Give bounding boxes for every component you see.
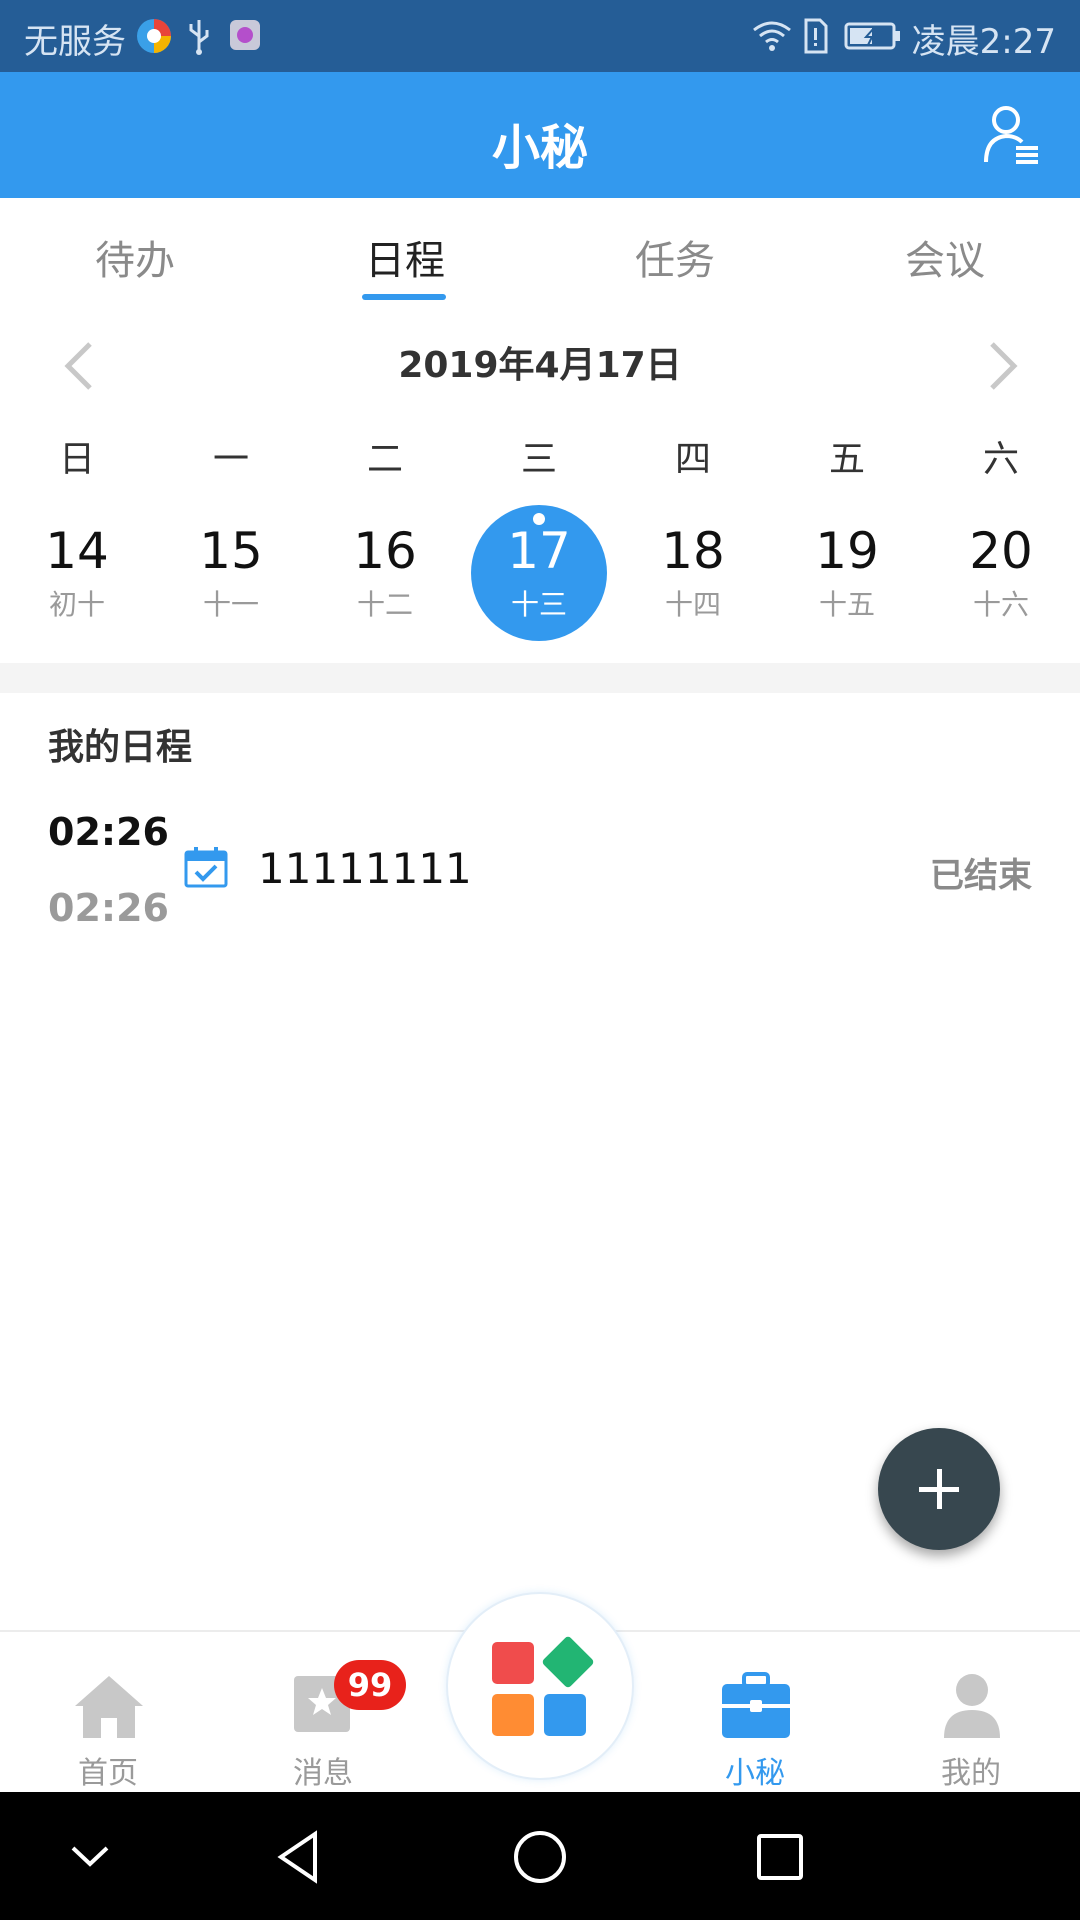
day-number: 14 — [45, 522, 109, 580]
lunar-date: 十六 — [972, 588, 1029, 621]
tab-tasks[interactable]: 任务 — [575, 228, 775, 286]
day-cell[interactable]: 20 十六 — [933, 505, 1069, 641]
tab-todo[interactable]: 待办 — [35, 228, 235, 286]
carrier-text: 无服务 — [24, 22, 126, 62]
recent-apps-icon[interactable] — [745, 1822, 815, 1892]
usb-icon — [189, 20, 209, 55]
nav-label: 我的 — [941, 1756, 1001, 1791]
apps-icon — [492, 1636, 594, 1736]
weekday-label: 日 — [58, 439, 95, 480]
system-navigation-bar — [0, 1792, 1080, 1920]
page-title: 小秘 — [491, 120, 588, 176]
profile-menu-button[interactable] — [982, 104, 1042, 166]
app-notification-icon — [230, 20, 260, 50]
add-schedule-button[interactable] — [878, 1428, 1000, 1550]
message-badge: 99 — [334, 1660, 406, 1710]
day-number: 20 — [969, 522, 1033, 580]
nav-item-home[interactable]: 首页 — [43, 1660, 173, 1791]
back-icon[interactable] — [265, 1822, 335, 1892]
wifi-icon — [753, 21, 791, 51]
weekday-label: 五 — [828, 439, 865, 480]
calendar-check-icon — [184, 847, 228, 888]
briefcase-icon — [722, 1672, 790, 1738]
lunar-date: 十一 — [202, 588, 259, 621]
nav-label: 小秘 — [725, 1756, 785, 1791]
event-end-time: 02:26 — [48, 886, 169, 930]
app-header: 小秘 — [0, 72, 1080, 198]
day-cell[interactable]: 18 十四 — [625, 505, 761, 641]
plus-icon — [919, 1469, 959, 1509]
event-title: 11111111 — [258, 844, 472, 893]
lunar-date: 十四 — [664, 588, 721, 621]
lunar-date: 十二 — [356, 588, 413, 621]
person-icon — [944, 1674, 1000, 1738]
event-status-label: 已结束 — [930, 856, 1032, 896]
weekday-label: 一 — [212, 439, 249, 480]
schedule-section-title: 我的日程 — [48, 727, 193, 768]
home-icon — [75, 1676, 143, 1738]
event-start-time: 02:26 — [48, 810, 169, 854]
day-number: 15 — [199, 522, 263, 580]
tab-active-indicator — [362, 294, 446, 300]
lunar-date: 十三 — [510, 588, 567, 621]
tab-meetings[interactable]: 会议 — [845, 228, 1045, 286]
day-cell[interactable]: 16 十二 — [317, 505, 453, 641]
day-number: 19 — [815, 522, 879, 580]
schedule-event-item[interactable]: 02:26 02:26 11111111 已结束 — [0, 800, 1080, 950]
day-cell[interactable]: 14 初十 — [9, 505, 145, 641]
weekday-label: 四 — [674, 439, 711, 480]
day-number: 17 — [507, 522, 571, 580]
tab-bar: 待办 日程 任务 会议 — [0, 198, 1080, 306]
weekday-label: 二 — [366, 439, 403, 480]
clock-text: 凌晨2:27 — [911, 22, 1056, 62]
lunar-date: 十五 — [818, 588, 875, 621]
weekday-label: 三 — [520, 439, 557, 480]
day-number: 16 — [353, 522, 417, 580]
tab-schedule[interactable]: 日程 — [305, 228, 505, 286]
day-cell[interactable]: 19 十五 — [779, 505, 915, 641]
weekday-label: 六 — [982, 439, 1019, 480]
next-week-button[interactable] — [972, 334, 1032, 398]
battery-icon — [844, 22, 900, 50]
nav-label: 首页 — [78, 1756, 138, 1791]
event-indicator-dot — [533, 513, 545, 525]
sim-alert-icon — [804, 18, 828, 54]
status-bar: 无服务 凌晨2:27 — [0, 0, 1080, 72]
date-navigator: 2019年4月17日 — [0, 330, 1080, 400]
day-cell[interactable]: 15 十一 — [163, 505, 299, 641]
browser-icon — [137, 19, 171, 53]
day-number: 18 — [661, 522, 725, 580]
lunar-date: 初十 — [48, 588, 105, 621]
nav-label: 消息 — [293, 1756, 353, 1791]
collapse-chevron-icon[interactable] — [55, 1822, 125, 1892]
current-date-label: 2019年4月17日 — [398, 345, 682, 386]
apps-center-button[interactable] — [446, 1592, 634, 1780]
nav-item-secretary[interactable]: 小秘 — [690, 1660, 820, 1791]
week-days-row: 14 初十 15 十一 16 十二 17 十三 18 十四 19 十五 20 十… — [0, 505, 1080, 641]
weekday-header: 日 一 二 三 四 五 六 — [0, 430, 1080, 480]
section-divider — [0, 663, 1080, 693]
nav-item-mine[interactable]: 我的 — [906, 1660, 1036, 1791]
home-circle-icon[interactable] — [505, 1822, 575, 1892]
day-cell-selected[interactable]: 17 十三 — [471, 505, 607, 641]
